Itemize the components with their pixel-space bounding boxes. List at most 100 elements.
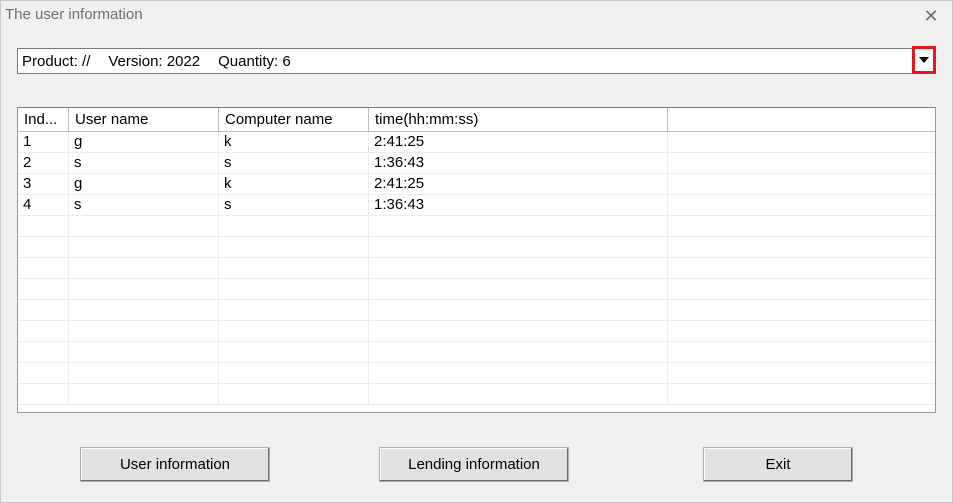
user-information-window: The user information ✕ Product: // Versio… xyxy=(0,0,953,503)
empty-cell xyxy=(369,279,668,299)
table-row-empty xyxy=(18,363,935,384)
empty-cell xyxy=(18,363,69,383)
column-header-index[interactable]: Ind... xyxy=(18,108,69,131)
table-row[interactable]: 2 s s 1:36:43 xyxy=(18,153,935,174)
empty-cell xyxy=(219,279,369,299)
cell-user-name: s xyxy=(69,153,219,173)
product-combobox[interactable]: Product: // Version: 2022 Quantity: 6 xyxy=(17,46,936,74)
cell-index: 3 xyxy=(18,174,69,194)
window-title: The user information xyxy=(5,6,143,23)
empty-cell xyxy=(668,300,935,320)
empty-cell xyxy=(18,237,69,257)
close-button[interactable]: ✕ xyxy=(915,3,947,29)
empty-cell xyxy=(219,300,369,320)
title-bar: The user information ✕ xyxy=(1,1,952,31)
exit-button[interactable]: Exit xyxy=(703,447,853,482)
empty-cell xyxy=(18,300,69,320)
product-label: Product: // xyxy=(22,53,91,70)
close-icon: ✕ xyxy=(923,5,939,26)
combobox-selected-value: Product: // Version: 2022 Quantity: 6 xyxy=(22,53,309,70)
column-header-empty[interactable] xyxy=(668,108,935,131)
empty-cell xyxy=(668,384,935,404)
empty-cell xyxy=(219,216,369,236)
empty-cell xyxy=(69,258,219,278)
empty-cell xyxy=(18,216,69,236)
empty-cell xyxy=(369,363,668,383)
column-header-user-name[interactable]: User name xyxy=(69,108,219,131)
column-header-time[interactable]: time(hh:mm:ss) xyxy=(369,108,668,131)
empty-cell xyxy=(18,258,69,278)
cell-index: 4 xyxy=(18,195,69,215)
empty-cell xyxy=(69,342,219,362)
empty-cell xyxy=(219,321,369,341)
user-list-table[interactable]: Ind... User name Computer name time(hh:m… xyxy=(17,107,936,413)
version-label: Version: 2022 xyxy=(108,53,201,70)
cell-time: 1:36:43 xyxy=(369,195,668,215)
table-body: 1 g k 2:41:25 2 s s 1:36:43 3 g k 2:41:25 4 s s 1:36:43 xyxy=(18,132,935,405)
empty-cell xyxy=(69,321,219,341)
empty-cell xyxy=(369,342,668,362)
table-row-empty xyxy=(18,384,935,405)
table-row-empty xyxy=(18,258,935,279)
empty-cell xyxy=(18,384,69,404)
cell-time: 1:36:43 xyxy=(369,153,668,173)
empty-cell xyxy=(69,384,219,404)
cell-computer-name: s xyxy=(219,153,369,173)
lending-information-button[interactable]: Lending information xyxy=(379,447,569,482)
cell-extra xyxy=(668,195,935,215)
table-row-empty xyxy=(18,279,935,300)
empty-cell xyxy=(668,342,935,362)
cell-extra xyxy=(668,174,935,194)
empty-cell xyxy=(369,300,668,320)
empty-cell xyxy=(369,258,668,278)
user-information-button[interactable]: User information xyxy=(80,447,270,482)
empty-cell xyxy=(219,258,369,278)
column-header-computer-name[interactable]: Computer name xyxy=(219,108,369,131)
table-row[interactable]: 1 g k 2:41:25 xyxy=(18,132,935,153)
cell-index: 1 xyxy=(18,132,69,152)
cell-user-name: g xyxy=(69,132,219,152)
empty-cell xyxy=(668,216,935,236)
cell-user-name: s xyxy=(69,195,219,215)
empty-cell xyxy=(18,321,69,341)
empty-cell xyxy=(369,384,668,404)
cell-time: 2:41:25 xyxy=(369,174,668,194)
combobox-dropdown-button[interactable] xyxy=(912,46,936,74)
empty-cell xyxy=(668,237,935,257)
quantity-label: Quantity: 6 xyxy=(218,53,291,70)
table-header: Ind... User name Computer name time(hh:m… xyxy=(18,108,935,132)
table-row-empty xyxy=(18,216,935,237)
empty-cell xyxy=(219,342,369,362)
empty-cell xyxy=(369,237,668,257)
chevron-down-icon xyxy=(919,57,929,63)
table-row-empty xyxy=(18,300,935,321)
cell-extra xyxy=(668,153,935,173)
empty-cell xyxy=(18,342,69,362)
cell-index: 2 xyxy=(18,153,69,173)
empty-cell xyxy=(369,216,668,236)
empty-cell xyxy=(69,237,219,257)
empty-cell xyxy=(369,321,668,341)
cell-computer-name: k xyxy=(219,132,369,152)
table-row[interactable]: 3 g k 2:41:25 xyxy=(18,174,935,195)
empty-cell xyxy=(69,216,219,236)
empty-cell xyxy=(668,363,935,383)
cell-user-name: g xyxy=(69,174,219,194)
empty-cell xyxy=(18,279,69,299)
empty-cell xyxy=(668,258,935,278)
table-row-empty xyxy=(18,321,935,342)
empty-cell xyxy=(668,279,935,299)
empty-cell xyxy=(69,279,219,299)
empty-cell xyxy=(69,300,219,320)
table-row-empty xyxy=(18,237,935,258)
cell-computer-name: k xyxy=(219,174,369,194)
table-row-empty xyxy=(18,342,935,363)
empty-cell xyxy=(219,384,369,404)
table-row[interactable]: 4 s s 1:36:43 xyxy=(18,195,935,216)
cell-extra xyxy=(668,132,935,152)
cell-time: 2:41:25 xyxy=(369,132,668,152)
empty-cell xyxy=(219,363,369,383)
cell-computer-name: s xyxy=(219,195,369,215)
empty-cell xyxy=(219,237,369,257)
empty-cell xyxy=(69,363,219,383)
